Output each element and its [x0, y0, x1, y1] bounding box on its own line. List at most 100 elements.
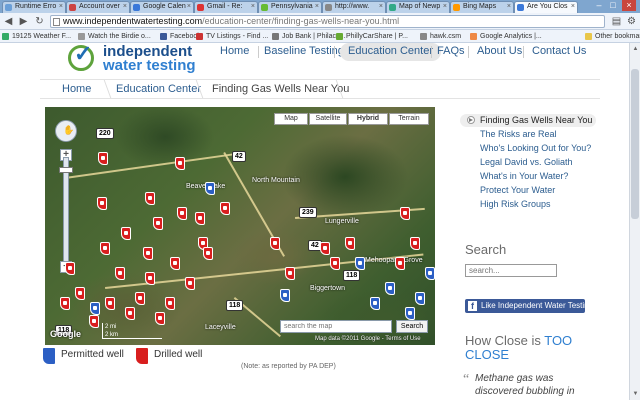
drilled-well-marker-icon[interactable]: [203, 247, 213, 260]
back-arrow-icon[interactable]: ◀: [2, 15, 15, 28]
tab-close-icon[interactable]: ×: [187, 2, 191, 12]
drilled-well-marker-icon[interactable]: [145, 272, 155, 285]
drilled-well-marker-icon[interactable]: [285, 267, 295, 280]
drilled-well-marker-icon[interactable]: [345, 237, 355, 250]
tab-close-icon[interactable]: ×: [315, 2, 319, 12]
nav-home[interactable]: Home: [220, 43, 249, 61]
tab-close-icon[interactable]: ×: [443, 2, 447, 12]
browser-tab[interactable]: Pennsylvania ×: [258, 1, 322, 13]
bookmark-item[interactable]: 19125 Weather F...: [2, 31, 71, 42]
drilled-well-marker-icon[interactable]: [135, 292, 145, 305]
gas-wells-map[interactable]: Map Satellite Hybrid Terrain ✋ + − 220 4…: [45, 107, 435, 345]
map-search-button[interactable]: Search: [396, 320, 428, 333]
tab-close-icon[interactable]: ×: [379, 2, 383, 12]
wrench-icon[interactable]: ⚙: [625, 15, 638, 28]
drilled-well-marker-icon[interactable]: [89, 315, 99, 328]
close-window-button[interactable]: ×: [622, 0, 636, 11]
minimize-window-button[interactable]: –: [592, 0, 606, 11]
tab-close-icon[interactable]: ×: [571, 2, 575, 12]
bookmark-item[interactable]: PhillyCarShare | P...: [336, 31, 408, 42]
sidebar-search-input[interactable]: [465, 264, 557, 277]
permitted-well-marker-icon[interactable]: [425, 267, 435, 280]
forward-arrow-icon[interactable]: ▶: [17, 15, 30, 28]
permitted-well-marker-icon[interactable]: [205, 182, 215, 195]
map-search-input[interactable]: [280, 320, 392, 333]
permitted-well-marker-icon[interactable]: [415, 292, 425, 305]
drilled-well-marker-icon[interactable]: [177, 207, 187, 220]
nav-faqs[interactable]: FAQs: [437, 43, 465, 61]
nav-about-us[interactable]: About Us: [477, 43, 522, 61]
map-type-terrain[interactable]: Terrain: [389, 113, 429, 125]
drilled-well-marker-icon[interactable]: [170, 257, 180, 270]
drilled-well-marker-icon[interactable]: [97, 197, 107, 210]
google-logo[interactable]: Google: [50, 329, 81, 339]
map-type-map[interactable]: Map: [274, 113, 308, 125]
sidebar-item-protect-water[interactable]: Protect Your Water: [460, 184, 555, 197]
drilled-well-marker-icon[interactable]: [410, 237, 420, 250]
nav-baseline-testing[interactable]: Baseline Testing: [264, 43, 344, 61]
drilled-well-marker-icon[interactable]: [165, 297, 175, 310]
reload-icon[interactable]: ↻: [33, 15, 46, 28]
permitted-well-marker-icon[interactable]: [355, 257, 365, 270]
drilled-well-marker-icon[interactable]: [175, 157, 185, 170]
scroll-down-arrow-icon[interactable]: ▼: [631, 390, 640, 398]
drilled-well-marker-icon[interactable]: [145, 192, 155, 205]
drilled-well-marker-icon[interactable]: [185, 277, 195, 290]
page-menu-icon[interactable]: ▤: [610, 15, 623, 28]
sidebar-item-whos-looking[interactable]: Who's Looking Out for You?: [460, 142, 591, 155]
browser-tab[interactable]: Account over ×: [66, 1, 130, 13]
zoom-slider-thumb[interactable]: [59, 167, 73, 173]
drilled-well-marker-icon[interactable]: [98, 152, 108, 165]
map-type-hybrid[interactable]: Hybrid: [348, 113, 388, 125]
address-bar[interactable]: www.independentwatertesting.com/educatio…: [50, 15, 605, 28]
drilled-well-marker-icon[interactable]: [270, 237, 280, 250]
drilled-well-marker-icon[interactable]: [395, 257, 405, 270]
permitted-well-marker-icon[interactable]: [90, 302, 100, 315]
browser-tab[interactable]: Gmail - Re: ×: [194, 1, 258, 13]
drilled-well-marker-icon[interactable]: [400, 207, 410, 220]
drilled-well-marker-icon[interactable]: [115, 267, 125, 280]
map-type-satellite[interactable]: Satellite: [309, 113, 347, 125]
drilled-well-marker-icon[interactable]: [105, 297, 115, 310]
permitted-well-marker-icon[interactable]: [385, 282, 395, 295]
browser-tab[interactable]: Are You Clos ×: [514, 1, 578, 13]
bookmark-item[interactable]: TV Listings - Find ...: [196, 31, 268, 42]
sidebar-item-high-risk[interactable]: High Risk Groups: [460, 198, 551, 211]
drilled-well-marker-icon[interactable]: [100, 242, 110, 255]
sidebar-item-legal[interactable]: Legal David vs. Goliath: [460, 156, 573, 169]
other-bookmarks-folder[interactable]: Other bookmarks: [585, 31, 640, 42]
sidebar-item-finding-gas-wells[interactable]: Finding Gas Wells Near You: [460, 114, 597, 127]
site-logo[interactable]: ✓ independent water testing: [68, 41, 228, 74]
facebook-like-button[interactable]: f Like Independent Water Testing: [465, 299, 585, 313]
permitted-well-marker-icon[interactable]: [405, 307, 415, 320]
browser-tab[interactable]: Map of Newp ×: [386, 1, 450, 13]
tab-close-icon[interactable]: ×: [507, 2, 511, 12]
drilled-well-marker-icon[interactable]: [75, 287, 85, 300]
maximize-window-button[interactable]: □: [606, 0, 620, 11]
page-scrollbar[interactable]: ▲ ▼: [629, 43, 640, 400]
browser-tab[interactable]: Google Calen ×: [130, 1, 194, 13]
bookmark-item[interactable]: Job Bank | Philacu...: [272, 31, 346, 42]
bookmark-item[interactable]: hawk.csm: [420, 31, 461, 42]
drilled-well-marker-icon[interactable]: [195, 212, 205, 225]
permitted-well-marker-icon[interactable]: [370, 297, 380, 310]
bookmark-item[interactable]: Facebook: [160, 31, 201, 42]
drilled-well-marker-icon[interactable]: [143, 247, 153, 260]
drilled-well-marker-icon[interactable]: [125, 307, 135, 320]
sidebar-item-risks[interactable]: The Risks are Real: [460, 128, 557, 141]
browser-tab[interactable]: Bing Maps ×: [450, 1, 514, 13]
bookmark-item[interactable]: Google Analytics |...: [470, 31, 542, 42]
map-pan-control[interactable]: ✋: [55, 120, 77, 142]
scrollbar-thumb[interactable]: [631, 69, 639, 219]
nav-education-center[interactable]: Education Center: [340, 43, 441, 61]
scroll-up-arrow-icon[interactable]: ▲: [631, 45, 640, 53]
drilled-well-marker-icon[interactable]: [121, 227, 131, 240]
drilled-well-marker-icon[interactable]: [60, 297, 70, 310]
browser-tab[interactable]: Runtime Erro ×: [2, 1, 66, 13]
tab-close-icon[interactable]: ×: [59, 2, 63, 12]
map-attribution[interactable]: Map data ©2011 Google - Terms of Use: [315, 336, 421, 342]
tab-close-icon[interactable]: ×: [251, 2, 255, 12]
browser-tab[interactable]: http://www. ×: [322, 1, 386, 13]
drilled-well-marker-icon[interactable]: [220, 202, 230, 215]
tab-close-icon[interactable]: ×: [123, 2, 127, 12]
